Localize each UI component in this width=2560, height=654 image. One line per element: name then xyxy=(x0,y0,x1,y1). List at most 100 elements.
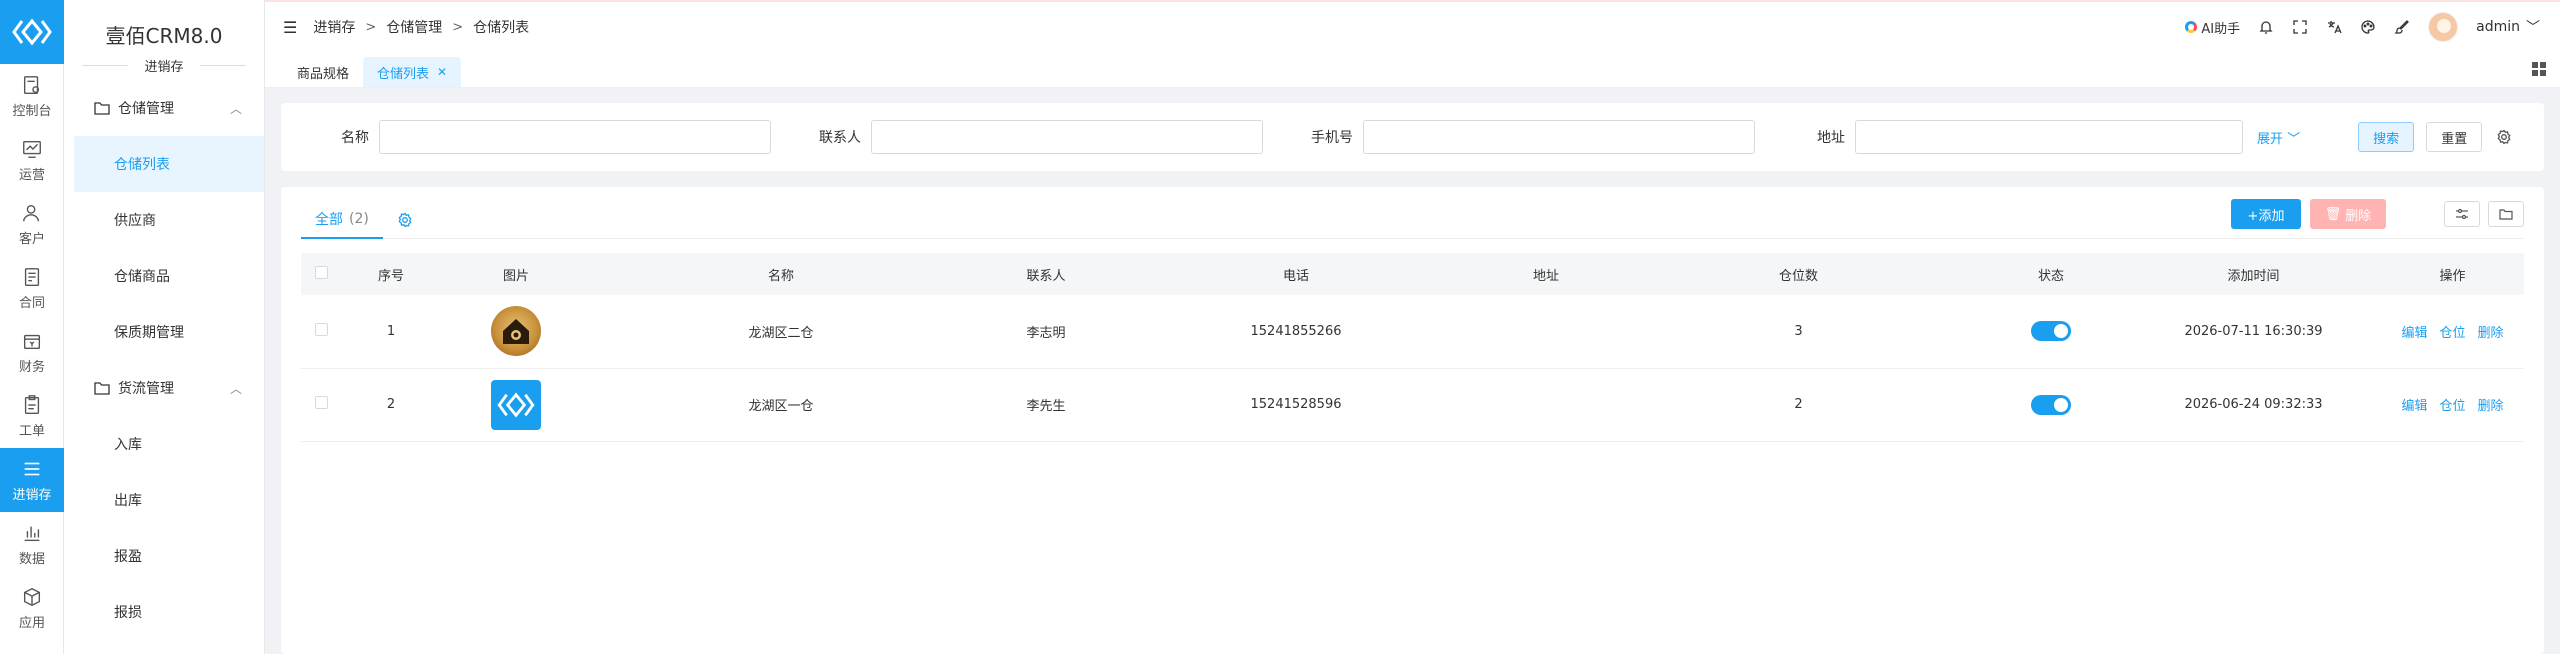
sidebar-item-warehouse-goods[interactable]: 仓储商品 xyxy=(64,248,264,304)
sidebar-item-shelf-life[interactable]: 保质期管理 xyxy=(64,304,264,360)
add-button[interactable]: +添加 xyxy=(2231,199,2301,229)
rail-item-dashboard[interactable]: 控制台 xyxy=(0,64,64,128)
folder-open-icon xyxy=(2499,209,2513,220)
cell-slots: 3 xyxy=(1621,295,1976,369)
column-header: 图片 xyxy=(502,268,529,284)
settings-icon[interactable] xyxy=(2496,129,2512,145)
hamburger-icon[interactable]: ☰ xyxy=(283,18,297,37)
sidebar-item-stock-in[interactable]: 入库 xyxy=(64,416,264,472)
search-button[interactable]: 搜索 xyxy=(2358,122,2415,152)
close-icon[interactable]: ✕ xyxy=(437,65,447,79)
palette-icon[interactable] xyxy=(2360,19,2376,35)
select-all-checkbox[interactable] xyxy=(314,265,328,279)
ai-assistant-label: AI助手 xyxy=(2201,21,2241,37)
reset-button[interactable]: 重置 xyxy=(2426,122,2483,152)
grid-icon[interactable] xyxy=(2532,62,2546,76)
row-checkbox-cell xyxy=(301,295,341,369)
column-header: 序号 xyxy=(377,268,404,284)
ai-assistant-button[interactable]: AI助手 xyxy=(2185,18,2240,37)
tab-label: 仓储列表 xyxy=(377,66,430,82)
field-phone: 手机号 xyxy=(1311,120,1755,154)
home-icon xyxy=(503,319,529,345)
column-settings-button[interactable] xyxy=(2444,201,2480,227)
table-row: 1 龙湖区二仓 李志明 15241855266 3 2026-07-11 16:… xyxy=(301,295,2524,369)
breadcrumb-separator: > xyxy=(365,19,377,35)
delete-link[interactable]: 删除 xyxy=(2478,326,2504,341)
cell-status xyxy=(1976,295,2126,369)
address-input[interactable] xyxy=(1855,120,2243,154)
status-toggle[interactable] xyxy=(2031,321,2071,342)
field-label: 联系人 xyxy=(819,130,861,146)
contact-input[interactable] xyxy=(871,120,1263,154)
cell-status xyxy=(1976,368,2126,442)
fullscreen-icon[interactable] xyxy=(2292,19,2308,35)
avatar[interactable] xyxy=(2428,12,2459,42)
cell-phone: 15241855266 xyxy=(1121,295,1471,369)
list-tabs: 全部 (2) xyxy=(301,201,2524,239)
logo-icon xyxy=(497,392,535,417)
cell-no: 2 xyxy=(341,368,441,442)
slot-link[interactable]: 仓位 xyxy=(2439,399,2465,414)
status-toggle[interactable] xyxy=(2031,394,2071,415)
slot-link[interactable]: 仓位 xyxy=(2439,326,2465,341)
field-label: 手机号 xyxy=(1311,130,1353,146)
sidebar-item-loss[interactable]: 报损 xyxy=(64,584,264,640)
folder-icon xyxy=(94,102,110,115)
tab-product-spec[interactable]: 商品规格 xyxy=(283,57,363,87)
chevron-down-icon: ﹀ xyxy=(2526,20,2540,36)
phone-input[interactable] xyxy=(1363,120,1755,154)
sliders-icon xyxy=(2456,208,2468,220)
name-input[interactable] xyxy=(379,120,771,154)
delete-button[interactable]: 🗑 删除 xyxy=(2310,199,2386,229)
warehouse-logo-image[interactable] xyxy=(491,306,541,357)
rail-item-data[interactable]: 数据 xyxy=(0,512,64,576)
sidebar-item-overage[interactable]: 报盈 xyxy=(64,528,264,584)
breadcrumb-item[interactable]: 进销存 xyxy=(313,17,355,37)
rail-item-apps[interactable]: 应用 xyxy=(0,576,64,640)
rail-item-workorder[interactable]: 工单 xyxy=(0,384,64,448)
cell-time: 2026-07-11 16:30:39 xyxy=(2126,295,2381,369)
rail-item-contract[interactable]: 合同 xyxy=(0,256,64,320)
breadcrumb-item[interactable]: 仓储管理 xyxy=(386,17,442,37)
row-checkbox[interactable] xyxy=(314,396,328,409)
app-subtitle-text: 进销存 xyxy=(144,59,184,75)
edit-link[interactable]: 编辑 xyxy=(2401,399,2427,414)
expand-label: 展开 xyxy=(2257,131,2284,147)
tab-all-label: 全部 xyxy=(315,211,343,228)
translate-icon[interactable] xyxy=(2326,19,2342,35)
delete-link[interactable]: 删除 xyxy=(2478,399,2504,414)
rail-item-operation[interactable]: 运营 xyxy=(0,128,64,192)
edit-link[interactable]: 编辑 xyxy=(2401,326,2427,341)
bell-icon[interactable] xyxy=(2258,19,2274,35)
export-button[interactable] xyxy=(2488,201,2524,227)
apps-icon xyxy=(23,587,41,606)
sidebar-group-logistics[interactable]: 货流管理 ︿ xyxy=(64,360,264,416)
rail-item-customer[interactable]: 客户 xyxy=(0,192,64,256)
field-contact: 联系人 xyxy=(819,120,1263,154)
rail-item-finance[interactable]: 财务 xyxy=(0,320,64,384)
expand-toggle[interactable]: 展开 ﹀ xyxy=(2257,128,2300,147)
tab-warehouse-list[interactable]: 仓储列表 ✕ xyxy=(363,57,462,87)
sidebar-item-supplier[interactable]: 供应商 xyxy=(64,192,264,248)
breadcrumb-separator: > xyxy=(452,19,464,35)
gear-icon[interactable] xyxy=(397,212,413,228)
cell-ops: 编辑 仓位 删除 xyxy=(2381,295,2524,369)
row-checkbox[interactable] xyxy=(314,322,328,336)
app-logo[interactable] xyxy=(0,0,64,64)
sidebar-group-warehouse[interactable]: 仓储管理 ︿ xyxy=(64,80,264,136)
column-header: 名称 xyxy=(767,268,794,284)
table-row: 2 龙湖区一仓 李先生 15241528596 2 2026-06-24 09:… xyxy=(301,368,2524,442)
inventory-icon xyxy=(24,462,40,475)
user-menu[interactable]: admin ﹀ xyxy=(2476,17,2540,37)
tab-all[interactable]: 全部 (2) xyxy=(301,201,383,239)
chevron-down-icon: ﹀ xyxy=(2287,131,2301,147)
rail-item-inventory[interactable]: 进销存 xyxy=(0,448,64,512)
cell-time: 2026-06-24 09:32:33 xyxy=(2126,368,2381,442)
warehouse-list-card: 全部 (2) +添加 🗑 删除 序号 图片 名称 联系人 电话 地址 仓位数 状… xyxy=(281,187,2544,654)
brand-logo-image[interactable] xyxy=(491,379,541,430)
sidebar-item-stock-out[interactable]: 出库 xyxy=(64,472,264,528)
brush-icon[interactable] xyxy=(2394,19,2410,35)
column-header: 操作 xyxy=(2439,268,2466,284)
search-panel: 名称 联系人 手机号 地址 展开 ﹀ 搜索 重置 xyxy=(281,103,2544,171)
sidebar-item-warehouse-list[interactable]: 仓储列表 xyxy=(74,136,264,192)
